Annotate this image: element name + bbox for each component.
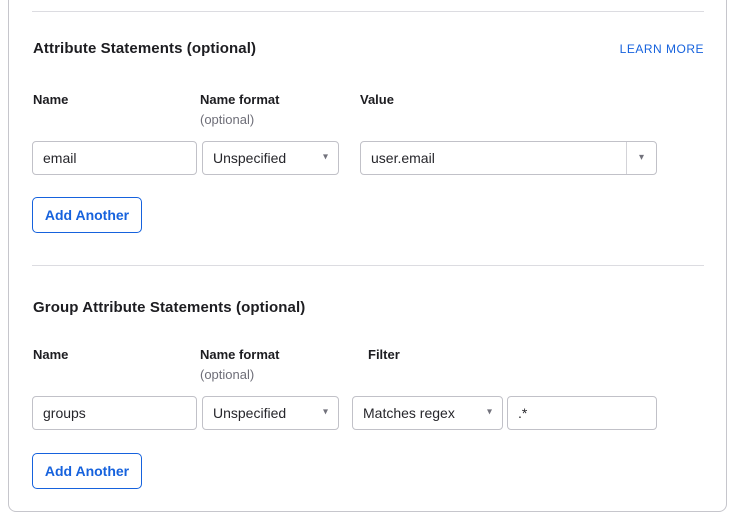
section-divider-top: [32, 11, 704, 12]
saml-settings-page: Attribute Statements (optional) LEARN MO…: [0, 0, 737, 530]
group-name-format-optional-note: (optional): [200, 367, 255, 382]
attr-name-format-column-label: Name format: [200, 92, 280, 107]
attr-name-format-optional-note: (optional): [200, 112, 255, 127]
group-name-format-select[interactable]: Unspecified ▾: [202, 396, 339, 430]
attr-name-column-label: Name: [33, 92, 69, 107]
group-name-input[interactable]: [32, 396, 197, 430]
learn-more-link[interactable]: LEARN MORE: [620, 42, 704, 56]
group-name-format-column-label: Name format: [200, 347, 280, 362]
group-filter-type-selected-value: Matches regex: [363, 405, 455, 421]
attr-name-input[interactable]: [32, 141, 197, 175]
group-attribute-statements-title: Group Attribute Statements (optional): [33, 299, 306, 316]
group-name-format-selected-value: Unspecified: [213, 405, 287, 421]
attr-value-column-label: Value: [360, 92, 394, 107]
chevron-down-icon: ▾: [638, 152, 645, 163]
chevron-down-icon: ▾: [322, 151, 328, 163]
attr-name-format-selected-value: Unspecified: [213, 150, 287, 166]
attr-add-another-button[interactable]: Add Another: [32, 197, 142, 233]
chevron-down-icon: ▾: [322, 406, 328, 418]
group-add-another-button[interactable]: Add Another: [32, 453, 142, 489]
attr-value-combobox: ▾: [360, 141, 657, 175]
attribute-statements-title: Attribute Statements (optional): [33, 40, 257, 57]
group-filter-column-label: Filter: [368, 347, 400, 362]
attr-value-input[interactable]: [361, 142, 626, 174]
section-divider-middle: [32, 265, 704, 266]
attr-value-dropdown-button[interactable]: ▾: [626, 142, 656, 174]
group-filter-type-select[interactable]: Matches regex ▾: [352, 396, 503, 430]
group-filter-value-input[interactable]: [507, 396, 657, 430]
settings-card: [8, 0, 727, 512]
attr-name-format-select[interactable]: Unspecified ▾: [202, 141, 339, 175]
group-name-column-label: Name: [33, 347, 69, 362]
chevron-down-icon: ▾: [486, 406, 492, 418]
